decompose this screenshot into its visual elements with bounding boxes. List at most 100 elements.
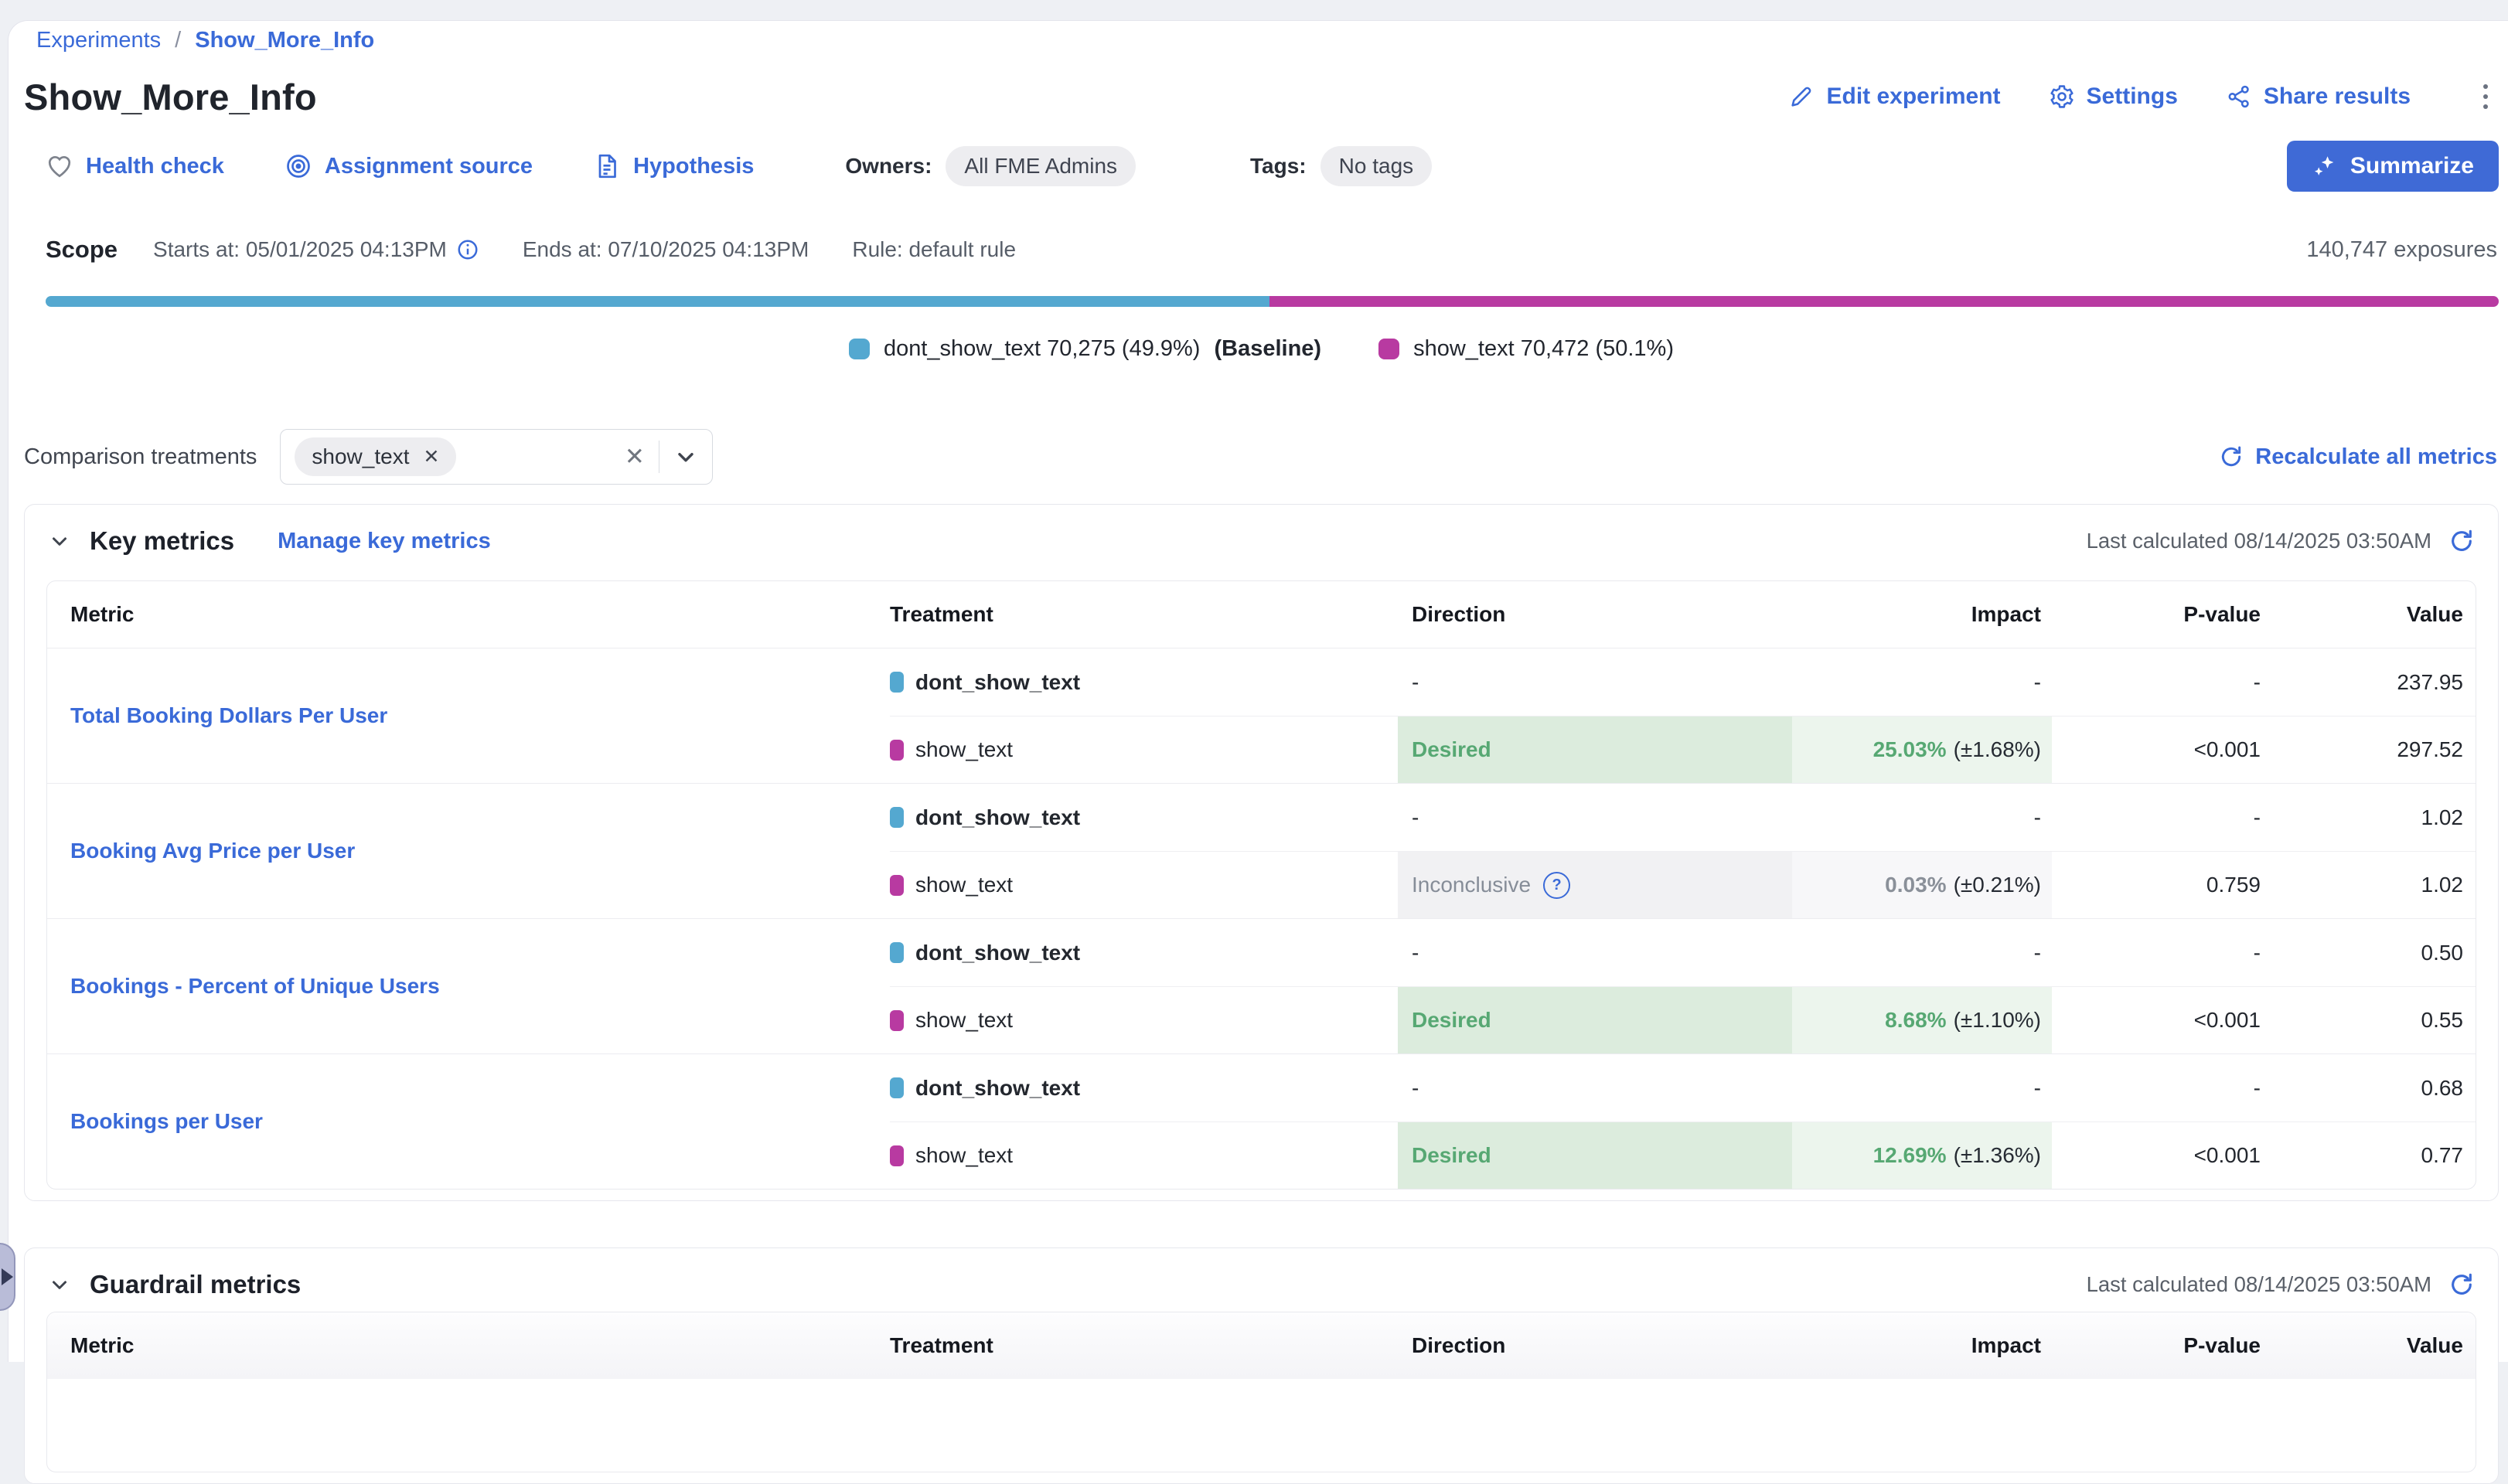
refresh-icon[interactable] xyxy=(2448,528,2475,554)
heart-icon xyxy=(46,152,73,180)
refresh-icon xyxy=(2219,444,2244,469)
treatment-cell: dont_show_text xyxy=(890,648,1398,716)
metric-link[interactable]: Booking Avg Price per User xyxy=(70,839,355,863)
tags-value-pill[interactable]: No tags xyxy=(1320,146,1433,186)
key-metrics-title: Key metrics xyxy=(90,526,234,556)
meta-row: Health check Assignment source Hypothesi… xyxy=(46,143,2499,189)
target-icon xyxy=(285,152,312,180)
treatment-chip[interactable]: show_text ✕ xyxy=(295,437,456,476)
value-cell: 0.50 xyxy=(2282,919,2476,986)
pencil-icon xyxy=(1788,83,1815,110)
clear-all-icon[interactable]: ✕ xyxy=(625,443,645,471)
chip-remove-icon[interactable]: ✕ xyxy=(423,445,439,468)
share-results-button[interactable]: Share results xyxy=(2226,83,2411,110)
breadcrumb-separator: / xyxy=(175,28,181,53)
value-cell: 297.52 xyxy=(2282,716,2476,783)
treatment-cell: show_text xyxy=(890,716,1398,783)
metric-link[interactable]: Total Booking Dollars Per User xyxy=(70,703,387,728)
comparison-row: Comparison treatments show_text ✕ ✕ Reca… xyxy=(24,428,2499,485)
hypothesis-link[interactable]: Hypothesis xyxy=(593,152,754,180)
health-check-link[interactable]: Health check xyxy=(46,152,224,180)
collapse-chevron-icon[interactable] xyxy=(48,1273,71,1296)
treatment-cell: show_text xyxy=(890,1122,1398,1189)
refresh-icon[interactable] xyxy=(2448,1271,2475,1298)
treatment-cell: show_text xyxy=(890,986,1398,1053)
impact-cell: - xyxy=(1792,784,2052,851)
treatment-cell: dont_show_text xyxy=(890,1054,1398,1122)
table-header: Metric Treatment Direction Impact P-valu… xyxy=(47,581,2476,648)
breadcrumb: Experiments / Show_More_Info xyxy=(36,26,2499,55)
p-value-cell: - xyxy=(2052,784,2282,851)
value-cell: 0.68 xyxy=(2282,1054,2476,1122)
document-icon xyxy=(593,152,621,180)
comparison-treatments-select[interactable]: show_text ✕ ✕ xyxy=(280,429,713,485)
guardrail-metrics-table: Metric Treatment Direction Impact P-valu… xyxy=(46,1312,2476,1472)
direction-cell: Desired xyxy=(1398,986,1792,1053)
page-title: Show_More_Info xyxy=(24,76,317,118)
tags-label: Tags: xyxy=(1250,154,1307,179)
direction-cell: - xyxy=(1398,784,1792,851)
chevron-down-icon[interactable] xyxy=(673,444,698,469)
impact-cell: - xyxy=(1792,648,2052,716)
metric-link[interactable]: Bookings - Percent of Unique Users xyxy=(70,974,440,999)
breadcrumb-experiments-link[interactable]: Experiments xyxy=(36,28,161,53)
impact-cell: - xyxy=(1792,1054,2052,1122)
main-content: Experiments / Show_More_Info Show_More_I… xyxy=(8,20,2508,1362)
scope-row: Scope Starts at: 05/01/2025 04:13PM Ends… xyxy=(46,233,2499,267)
right-triangle-icon xyxy=(2,1268,13,1285)
metric-row-group: Bookings - Percent of Unique Users dont_… xyxy=(47,918,2476,1053)
question-circle-icon[interactable]: ? xyxy=(1543,872,1570,899)
manage-key-metrics-link[interactable]: Manage key metrics xyxy=(278,529,491,554)
allocation-bar xyxy=(46,296,2499,307)
direction-cell: Desired xyxy=(1398,1122,1792,1189)
last-calculated-text: Last calculated 08/14/2025 03:50AM xyxy=(2087,529,2431,553)
value-cell: 237.95 xyxy=(2282,648,2476,716)
metric-row-group: Total Booking Dollars Per User dont_show… xyxy=(47,648,2476,783)
treatment-cell: show_text xyxy=(890,851,1398,918)
expand-panel-button[interactable] xyxy=(0,1243,15,1311)
owners-field: Owners: All FME Admins xyxy=(845,146,1136,186)
allocation-bar-baseline xyxy=(46,296,1269,307)
breadcrumb-current-link[interactable]: Show_More_Info xyxy=(195,28,374,53)
header-actions: Edit experiment Settings Share results xyxy=(1788,80,2493,114)
p-value-cell: - xyxy=(2052,1054,2282,1122)
guardrail-metrics-card: Guardrail metrics Last calculated 08/14/… xyxy=(24,1247,2499,1484)
owners-value-pill[interactable]: All FME Admins xyxy=(946,146,1136,186)
value-cell: 0.55 xyxy=(2282,986,2476,1053)
scope-ends: Ends at: 07/10/2025 04:13PM xyxy=(523,237,809,262)
direction-cell: - xyxy=(1398,919,1792,986)
more-menu-button[interactable] xyxy=(2479,80,2493,114)
collapse-chevron-icon[interactable] xyxy=(48,529,71,553)
p-value-cell: - xyxy=(2052,919,2282,986)
edit-experiment-button[interactable]: Edit experiment xyxy=(1788,83,2000,110)
settings-button[interactable]: Settings xyxy=(2049,83,2178,110)
table-header: Metric Treatment Direction Impact P-valu… xyxy=(47,1312,2476,1379)
value-cell: 1.02 xyxy=(2282,851,2476,918)
scope-rule: Rule: default rule xyxy=(852,237,1016,262)
recalculate-all-metrics-button[interactable]: Recalculate all metrics xyxy=(2219,444,2497,470)
key-metrics-card: Key metrics Manage key metrics Last calc… xyxy=(24,504,2499,1201)
owners-label: Owners: xyxy=(845,154,932,179)
impact-cell: 8.68%(±1.10%) xyxy=(1792,986,2052,1053)
value-cell: 0.77 xyxy=(2282,1122,2476,1189)
p-value-cell: - xyxy=(2052,648,2282,716)
value-cell: 1.02 xyxy=(2282,784,2476,851)
treatment-color-swatch xyxy=(1378,339,1399,359)
tags-field: Tags: No tags xyxy=(1250,146,1432,186)
last-calculated-text: Last calculated 08/14/2025 03:50AM xyxy=(2087,1272,2431,1297)
impact-cell: 12.69%(±1.36%) xyxy=(1792,1122,2052,1189)
metric-row-group: Bookings per User dont_show_text - - - 0… xyxy=(47,1053,2476,1189)
gear-icon xyxy=(2049,83,2075,110)
metric-link[interactable]: Bookings per User xyxy=(70,1109,263,1134)
info-icon[interactable] xyxy=(456,238,479,261)
direction-cell: - xyxy=(1398,648,1792,716)
p-value-cell: 0.759 xyxy=(2052,851,2282,918)
p-value-cell: <0.001 xyxy=(2052,716,2282,783)
share-icon xyxy=(2226,83,2252,110)
summarize-button[interactable]: Summarize xyxy=(2287,141,2499,192)
legend-item-treatment: show_text 70,472 (50.1%) xyxy=(1378,336,1674,362)
assignment-source-link[interactable]: Assignment source xyxy=(285,152,533,180)
exposures-count: 140,747 exposures xyxy=(2306,237,2497,263)
allocation-bar-treatment xyxy=(1269,296,2499,307)
impact-cell: - xyxy=(1792,919,2052,986)
